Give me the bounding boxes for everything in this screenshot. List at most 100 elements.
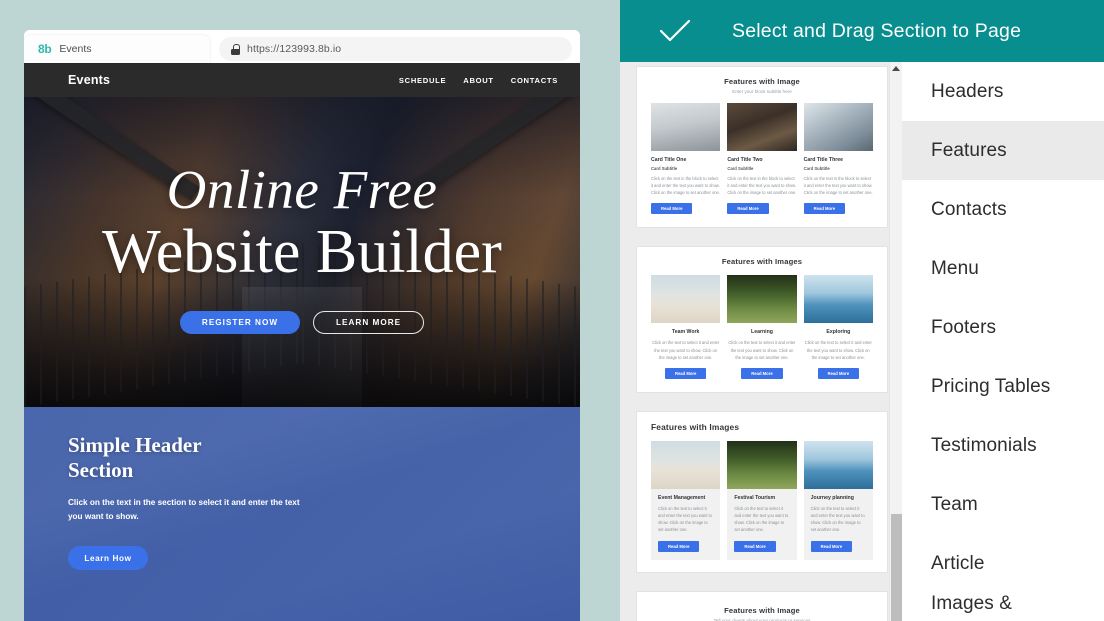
thumbnail-card-button: Read More: [734, 540, 776, 552]
thumbnail-title: Features with Image: [724, 605, 800, 615]
nav-link-schedule[interactable]: SCHEDULE: [399, 76, 446, 85]
category-item-features[interactable]: Features: [902, 121, 1104, 180]
thumbnail-card: Card Title Three Card Subtitle Click on …: [803, 103, 873, 215]
simple-section-title-line2: Section: [68, 457, 134, 482]
category-item-team[interactable]: Team: [902, 475, 1104, 534]
thumbnail-title: Features with Images: [721, 257, 803, 267]
thumbnail-card-image: [803, 103, 873, 151]
thumbnail-card-desc: Click on the text to select it and enter…: [804, 340, 872, 360]
site-preview-pane: 8b Events https://123993.8b.io Events SC…: [0, 0, 620, 621]
category-item-testimonials[interactable]: Testimonials: [902, 416, 1104, 475]
simple-section-title: Simple Header Section: [68, 433, 278, 483]
section-thumbnail[interactable]: Features with Images Event Management Cl…: [636, 410, 888, 573]
browser-tab-title: Events: [59, 43, 92, 55]
browser-tab[interactable]: 8b Events: [24, 35, 210, 63]
thumbnail-card-button: Read More: [651, 203, 693, 215]
thumbnail-card: Card Title One Card Subtitle Click on th…: [651, 103, 721, 215]
thumbnail-card-subtitle: Card Subtitle: [727, 166, 754, 171]
thumbnail-card-button: Read More: [810, 540, 853, 552]
thumbnail-card-title: Card Title Three: [803, 157, 844, 163]
thumbnail-card-desc: Click on the text in the block to select…: [727, 176, 797, 196]
thumbnail-card-title: Card Title Two: [727, 157, 763, 163]
thumbnail-card-desc: Click on the text in the block to select…: [651, 176, 720, 196]
category-item-headers[interactable]: Headers: [902, 62, 1104, 121]
section-thumbnail[interactable]: Features with Images Team Work Click on …: [636, 246, 888, 393]
thumbnail-card-title: Exploring: [826, 329, 851, 336]
learn-how-button[interactable]: Learn How: [68, 546, 148, 571]
category-item-article[interactable]: Article: [902, 534, 1104, 593]
section-thumbnail-list: Features with Image Enter your block sub…: [620, 62, 902, 621]
section-thumbnail[interactable]: Features with Image Enter your block sub…: [636, 66, 888, 229]
hero-buttons: REGISTER NOW LEARN MORE: [179, 311, 425, 335]
learn-more-button[interactable]: LEARN MORE: [313, 311, 425, 335]
thumbnail-card-title: Festival Tourism: [734, 494, 776, 501]
nav-link-about[interactable]: ABOUT: [463, 76, 494, 85]
thumbnail-card-button: Read More: [727, 203, 769, 215]
thumbnail-card-image: [651, 440, 721, 489]
site-brand[interactable]: Events: [68, 73, 110, 87]
thumbnail-card-desc: Click on the text to select it and enter…: [734, 505, 789, 533]
checkmark-icon[interactable]: [658, 18, 692, 44]
thumbnail-card-image: [803, 275, 873, 324]
address-bar-url: https://123993.8b.io: [247, 43, 342, 55]
category-item-menu[interactable]: Menu: [902, 239, 1104, 298]
thumbnail-card-image: [727, 275, 797, 324]
section-thumbnail[interactable]: Features with Image Tell your clients ab…: [636, 590, 888, 621]
thumbnail-card-title: Event Management: [658, 494, 706, 501]
thumbnail-subtitle: Enter your block subtitle here: [732, 89, 792, 94]
thumbnail-card-image: [727, 440, 797, 489]
browser-mockup: 8b Events https://123993.8b.io Events SC…: [24, 30, 580, 621]
register-now-button[interactable]: REGISTER NOW: [179, 311, 301, 335]
simple-section-title-line1: Simple Header: [68, 433, 202, 457]
panel-body: Features with Image Enter your block sub…: [620, 62, 1104, 621]
thumbnail-card-image: [727, 103, 797, 151]
thumbnail-card: Event Management Click on the text to se…: [651, 440, 721, 560]
browser-chrome-bar: 8b Events https://123993.8b.io: [24, 30, 580, 63]
thumbnail-card-subtitle: Card Subtitle: [651, 166, 678, 171]
thumbnail-card: Team Work Click on the text to select it…: [651, 275, 721, 379]
thumbnail-scrollbar[interactable]: [889, 62, 902, 621]
thumbnail-card: Exploring Click on the text to select it…: [803, 275, 873, 379]
scrollbar-thumb[interactable]: [891, 514, 902, 621]
thumbnail-card-button: Read More: [817, 367, 860, 379]
thumbnail-card-button: Read More: [803, 203, 846, 215]
simple-header-section[interactable]: Simple Header Section Click on the text …: [24, 407, 580, 621]
thumbnail-card: Learning Click on the text to select it …: [727, 275, 797, 379]
hero-section[interactable]: Online Free Website Builder REGISTER NOW…: [24, 97, 580, 407]
thumbnail-card-desc: Click on the text to select it and enter…: [658, 505, 712, 533]
thumbnail-card-image: [803, 440, 873, 489]
category-item-images[interactable]: Images &: [902, 593, 1104, 621]
section-category-list: Headers Features Contacts Menu Footers P…: [902, 62, 1104, 621]
category-item-footers[interactable]: Footers: [902, 298, 1104, 357]
thumbnail-title: Features with Image: [724, 77, 800, 86]
site-navbar: Events SCHEDULE ABOUT CONTACTS: [24, 63, 580, 97]
lock-icon: [231, 43, 240, 55]
thumbnail-card-desc: Click on the text in the block to select…: [803, 176, 873, 196]
panel-header: Select and Drag Section to Page: [620, 0, 1104, 62]
nav-link-contacts[interactable]: CONTACTS: [511, 76, 558, 85]
thumbnail-card: Festival Tourism Click on the text to se…: [727, 440, 797, 560]
thumbnail-card-title: Card Title One: [651, 157, 687, 163]
category-item-pricing-tables[interactable]: Pricing Tables: [902, 357, 1104, 416]
thumbnail-card-button: Read More: [741, 367, 783, 379]
thumbnail-card-subtitle: Card Subtitle: [803, 166, 830, 171]
thumbnail-card-button: Read More: [658, 540, 700, 552]
app-root: 8b Events https://123993.8b.io Events SC…: [0, 0, 1104, 621]
hero-title-line2: Website Builder: [102, 217, 502, 286]
thumbnail-card-title: Team Work: [671, 329, 700, 336]
thumbnail-card-title: Learning: [751, 329, 773, 336]
hero-title-line1: Online Free: [166, 158, 438, 220]
address-bar[interactable]: https://123993.8b.io: [219, 37, 572, 61]
thumbnail-card: Journey planning Click on the text to se…: [803, 440, 873, 560]
thumbnail-title: Features with Images: [651, 421, 740, 432]
thumbnail-card: Card Title Two Card Subtitle Click on th…: [727, 103, 797, 215]
simple-section-description: Click on the text in the section to sele…: [68, 497, 300, 521]
thumbnail-card-button: Read More: [664, 367, 707, 379]
category-item-contacts[interactable]: Contacts: [902, 180, 1104, 239]
thumbnail-subtitle: Tell your clients about your products or…: [713, 617, 811, 621]
section-picker-panel: Select and Drag Section to Page Features…: [620, 0, 1104, 621]
thumbnail-card-image: [651, 275, 721, 324]
site-nav-links: SCHEDULE ABOUT CONTACTS: [399, 76, 558, 85]
scroll-up-arrow-icon[interactable]: [892, 66, 900, 71]
thumbnail-card-desc: Click on the text to select it and enter…: [652, 340, 720, 360]
